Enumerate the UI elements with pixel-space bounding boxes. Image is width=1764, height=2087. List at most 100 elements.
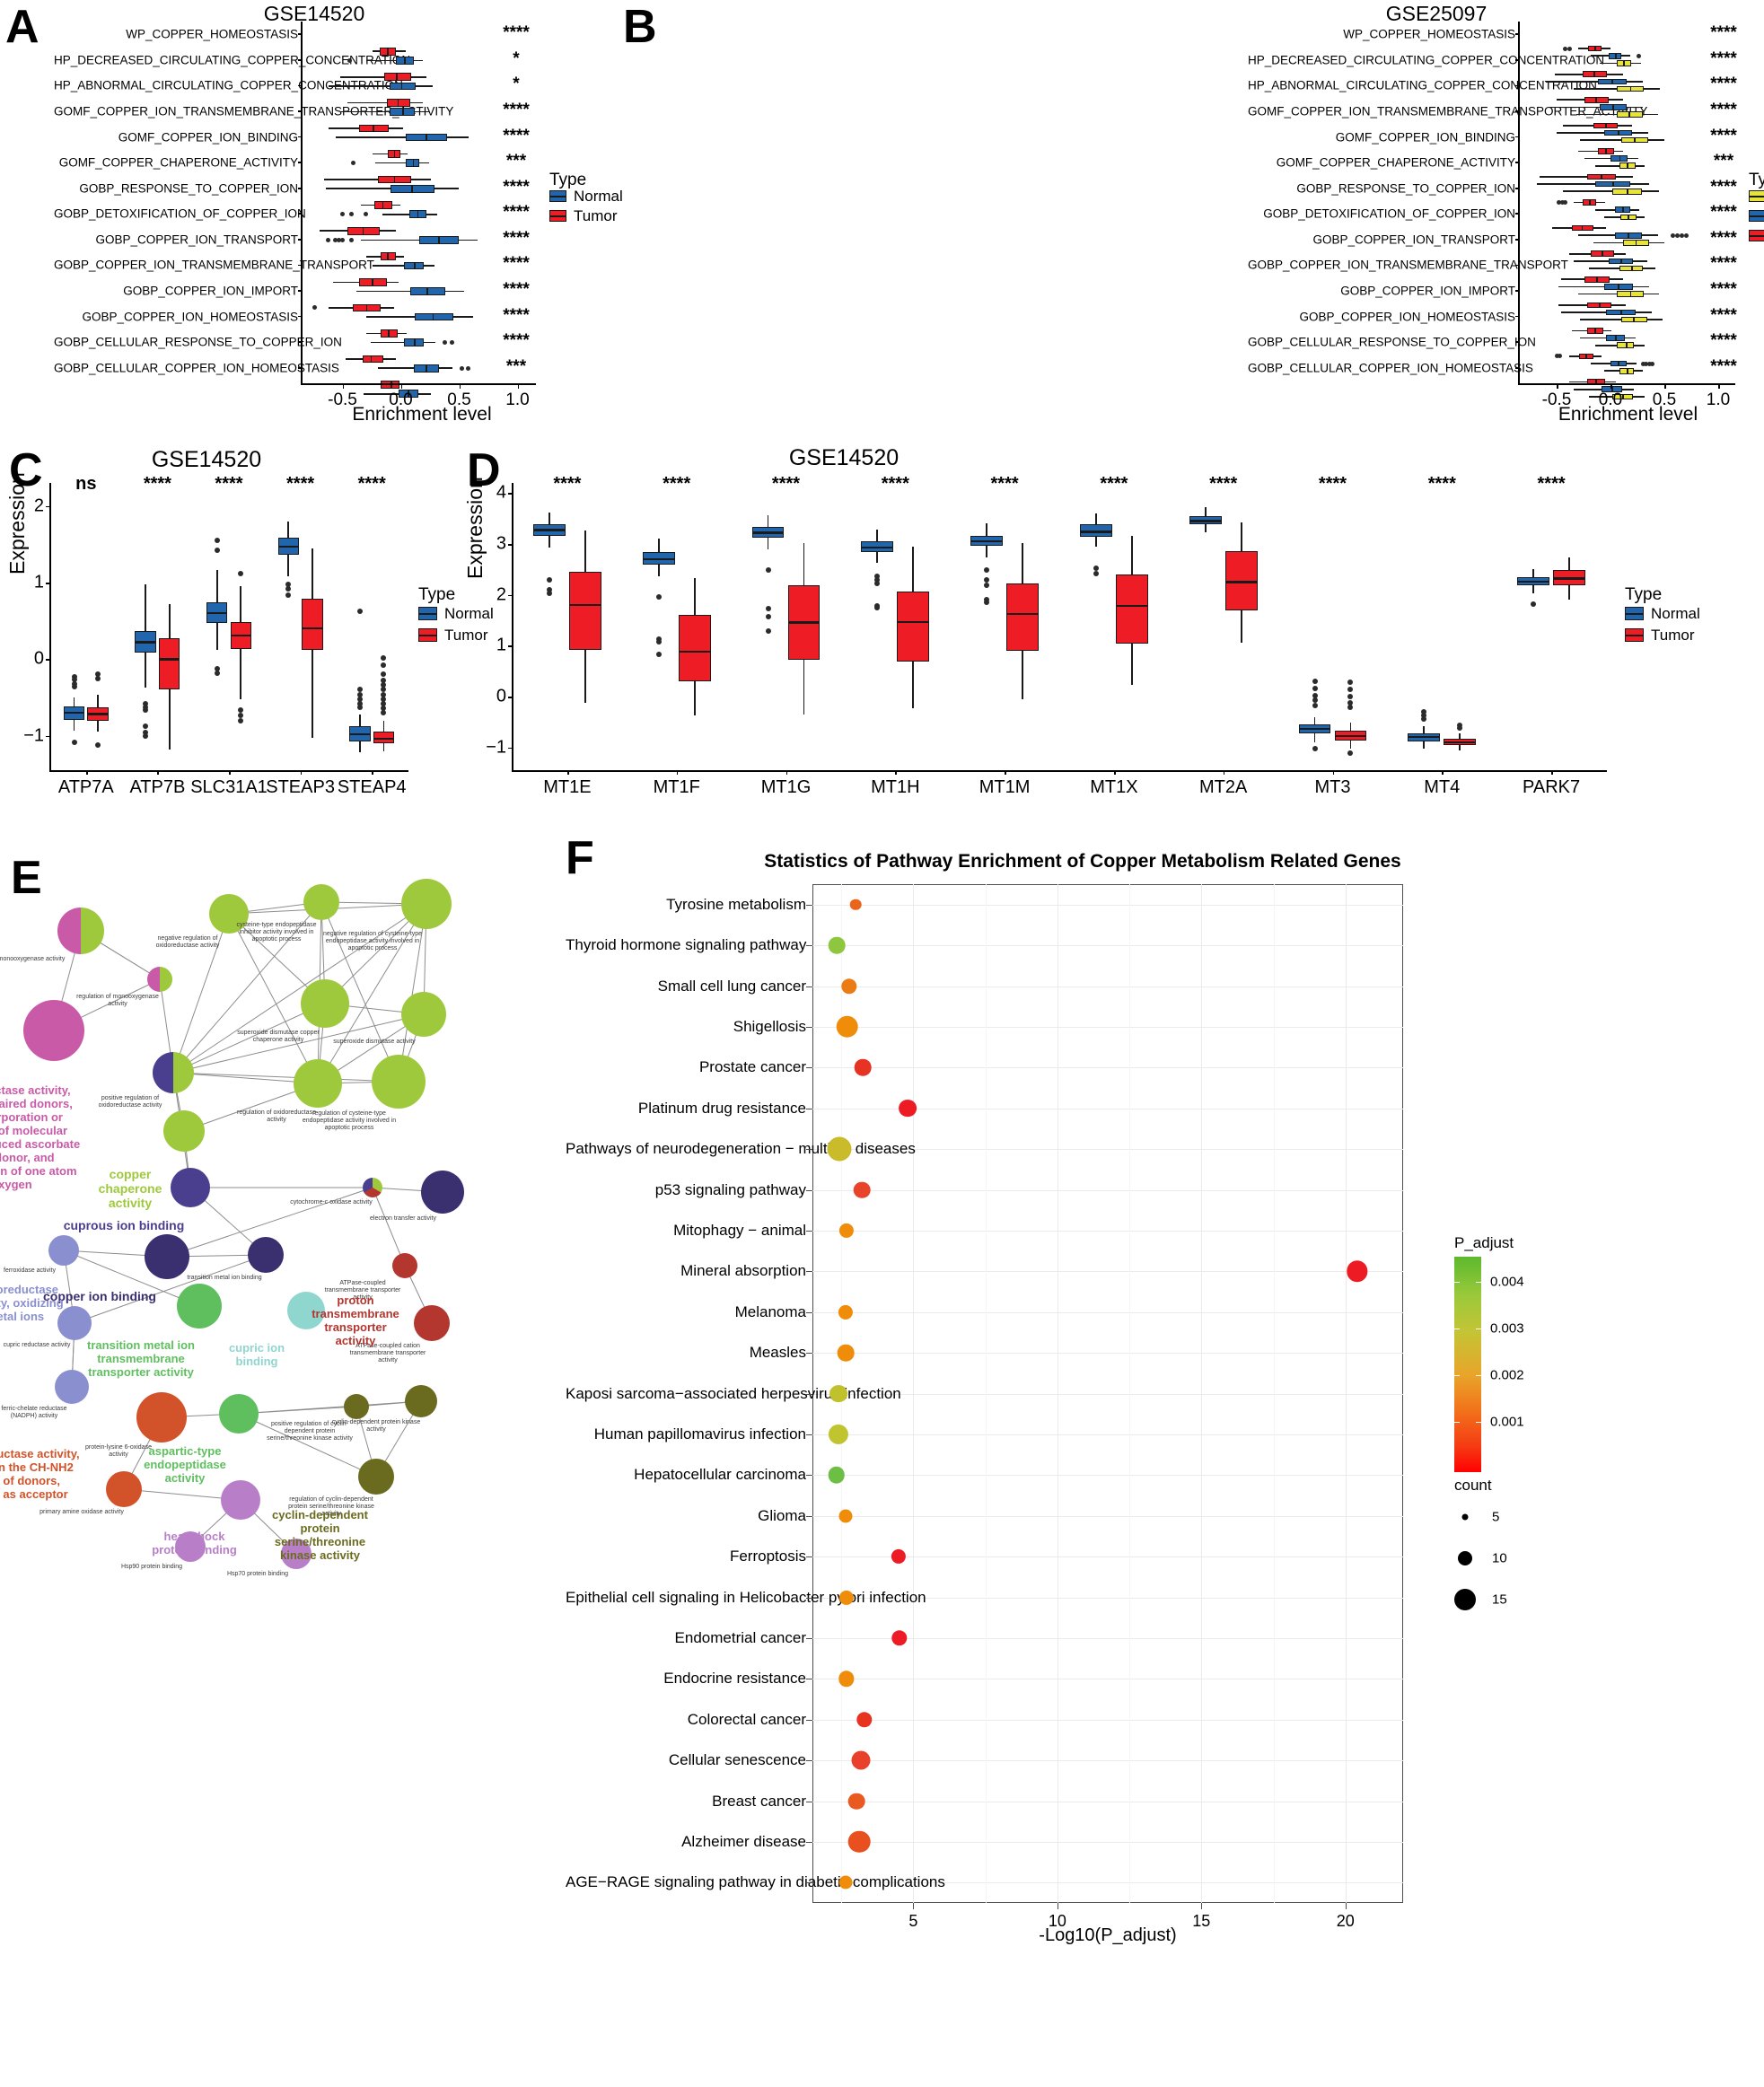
outlier-point bbox=[1312, 685, 1318, 691]
outlier-point bbox=[874, 605, 881, 611]
panel-c-legend-title: Type bbox=[418, 585, 456, 604]
grid-line-v bbox=[913, 884, 915, 1903]
median-line bbox=[404, 57, 407, 65]
significance-label: **** bbox=[1710, 331, 1737, 351]
color-scale-label: 0.002 bbox=[1490, 1367, 1524, 1383]
outlier-point bbox=[984, 599, 990, 605]
median-line bbox=[412, 159, 415, 167]
category-label: GOBP_COPPER_ION_TRANSMEMBRANE_TRANSPORT bbox=[54, 258, 374, 272]
legend-swatch-median bbox=[1750, 215, 1764, 217]
median-line bbox=[1628, 232, 1629, 239]
pathway-label: Hepatocellular carcinoma bbox=[634, 1466, 806, 1484]
x-axis-label: MT4 bbox=[1424, 777, 1461, 797]
category-label: HP_DECREASED_CIRCULATING_COPPER_CONCENTR… bbox=[1248, 53, 1605, 67]
pathway-label: Shigellosis bbox=[733, 1017, 806, 1035]
category-label: GOBP_COPPER_ION_IMPORT bbox=[1340, 284, 1515, 298]
legend-swatch-median bbox=[1750, 234, 1764, 237]
box bbox=[389, 82, 417, 91]
median-line bbox=[1618, 284, 1620, 290]
grid-line-h bbox=[812, 1475, 1403, 1477]
network-node bbox=[163, 1110, 205, 1152]
median-line bbox=[388, 329, 390, 338]
median-line bbox=[63, 711, 85, 715]
median-line bbox=[373, 124, 375, 133]
significance-label: **** bbox=[503, 305, 530, 325]
size-scale-label: 15 bbox=[1492, 1592, 1507, 1608]
grid-line-h bbox=[812, 1353, 1403, 1355]
x-axis-label: MT1M bbox=[979, 777, 1031, 797]
y-tick bbox=[806, 1230, 812, 1232]
box bbox=[381, 252, 397, 261]
pathway-dot bbox=[829, 1384, 847, 1403]
significance-label: **** bbox=[1710, 228, 1737, 248]
x-axis-label: MT2A bbox=[1199, 777, 1248, 797]
outlier-point bbox=[1563, 200, 1568, 206]
panel-b-y-axis bbox=[1518, 22, 1520, 383]
category-label: GOBP_COPPER_ION_TRANSMEMBRANE_TRANSPORT bbox=[1248, 258, 1568, 272]
median-line bbox=[396, 73, 399, 82]
median-line bbox=[1619, 258, 1622, 265]
y-tick-label: 0 bbox=[496, 686, 506, 706]
median-line bbox=[1444, 741, 1477, 744]
significance-label: **** bbox=[503, 101, 530, 119]
outlier-point bbox=[1312, 678, 1318, 684]
significance-label: **** bbox=[1710, 356, 1737, 376]
legend-swatch bbox=[1625, 628, 1644, 642]
whisker bbox=[1549, 106, 1643, 109]
color-scale-tick bbox=[1454, 1422, 1460, 1423]
x-tick bbox=[459, 384, 461, 389]
network-cluster-label: cyclin-dependent protein serine/threonin… bbox=[272, 1508, 368, 1562]
x-tick bbox=[372, 770, 373, 775]
x-tick bbox=[676, 770, 679, 775]
x-axis-label: PARK7 bbox=[1523, 777, 1581, 797]
outlier-point bbox=[364, 212, 368, 217]
pathway-label: Pathways of neurodegeneration − multiple… bbox=[566, 1140, 916, 1158]
x-tick bbox=[1718, 384, 1720, 389]
median-line bbox=[1628, 111, 1631, 118]
panel-f-title: Statistics of Pathway Enrichment of Copp… bbox=[764, 851, 1401, 872]
median-line bbox=[400, 82, 403, 91]
whisker bbox=[1546, 81, 1643, 83]
pathway-dot bbox=[899, 1099, 917, 1118]
network-node bbox=[177, 1284, 222, 1328]
outlier-point bbox=[466, 365, 471, 371]
grid-line-h bbox=[812, 1189, 1403, 1191]
x-tick bbox=[1557, 384, 1558, 389]
network-node-label: superoxide dismutase activity bbox=[333, 1039, 416, 1045]
median-line bbox=[1605, 122, 1607, 129]
legend-swatch-median bbox=[419, 612, 436, 615]
median-line bbox=[1619, 155, 1621, 162]
network-node bbox=[153, 1052, 194, 1093]
category-label: GOBP_CELLULAR_RESPONSE_TO_COPPER_ION bbox=[54, 335, 342, 349]
median-line bbox=[1633, 316, 1635, 323]
median-line bbox=[425, 364, 427, 373]
grid-line-v bbox=[1201, 884, 1203, 1903]
significance-label: **** bbox=[1710, 177, 1737, 197]
significance-label: **** bbox=[503, 331, 530, 351]
outlier-point bbox=[381, 710, 387, 715]
x-axis-label: MT1F bbox=[653, 777, 700, 797]
grid-line-h bbox=[812, 1515, 1403, 1517]
median-line bbox=[1593, 71, 1595, 78]
median-line bbox=[1596, 276, 1599, 283]
network-node-label: ferric-chelate reductase (NADPH) activit… bbox=[1, 1406, 67, 1420]
outlier-point bbox=[143, 733, 149, 740]
x-axis-label: MT1G bbox=[760, 777, 812, 797]
panel-b: B GSE25097 WP_COPPER_HOMEOSTASIS HP_DECRE… bbox=[619, 0, 1764, 425]
pathway-label: Platinum drug resistance bbox=[637, 1099, 806, 1117]
outlier-point bbox=[984, 583, 990, 589]
y-tick-label: 0 bbox=[33, 648, 44, 669]
median-line bbox=[1619, 309, 1622, 316]
color-scale-tick bbox=[1454, 1328, 1460, 1329]
category-label: GOBP_DETOXIFICATION_OF_COPPER_ION bbox=[54, 206, 306, 221]
panel-b-title: GSE25097 bbox=[1385, 2, 1488, 25]
median-line bbox=[158, 657, 180, 661]
x-tick bbox=[1345, 1903, 1347, 1909]
x-tick bbox=[229, 770, 231, 775]
legend-swatch-median bbox=[419, 634, 436, 636]
median-line bbox=[1614, 335, 1617, 341]
outlier-point bbox=[546, 576, 552, 583]
pathway-label: Small cell lung cancer bbox=[657, 977, 806, 995]
median-line bbox=[642, 557, 675, 561]
outlier-point bbox=[143, 723, 149, 730]
